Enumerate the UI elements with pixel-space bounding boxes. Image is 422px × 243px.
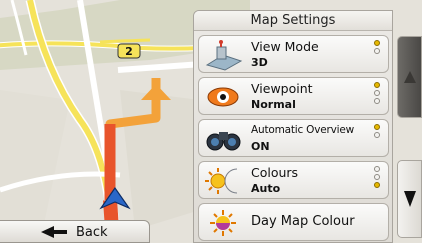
sun-moon-icon <box>205 168 238 194</box>
scroll-up-button[interactable] <box>397 36 422 118</box>
viewpoint-button[interactable]: Viewpoint Normal <box>198 77 389 115</box>
colours-value: Auto <box>251 182 281 195</box>
arrow-up-icon <box>404 71 416 83</box>
map-settings-panel: Map Settings View Mode 3D Viewpoint Norm… <box>193 10 393 243</box>
day-map-colour-button[interactable]: Day Map Colour <box>198 203 389 241</box>
scroll-down-button[interactable] <box>397 160 422 238</box>
panel-title: Map Settings <box>194 11 392 31</box>
viewpoint-label: Viewpoint <box>251 81 313 96</box>
back-button[interactable]: Back <box>0 220 150 243</box>
view-mode-button[interactable]: View Mode 3D <box>198 35 389 73</box>
colours-button[interactable]: Colours Auto <box>198 161 389 199</box>
colours-indicator <box>374 166 381 190</box>
day-map-colour-label: Day Map Colour <box>251 214 355 229</box>
viewpoint-value: Normal <box>251 98 296 111</box>
binoculars-icon <box>206 132 241 151</box>
viewpoint-indicator <box>374 82 381 106</box>
arrow-down-icon <box>404 191 416 207</box>
automatic-overview-button[interactable]: Automatic Overview ON <box>198 119 389 157</box>
view-mode-indicator <box>374 40 381 56</box>
view-mode-icon <box>205 40 243 71</box>
back-arrow-icon <box>41 226 67 238</box>
road-number-label: 2 <box>125 45 133 58</box>
automatic-overview-value: ON <box>251 140 270 153</box>
view-mode-label: View Mode <box>251 39 319 54</box>
sun-palette-icon <box>210 210 236 236</box>
view-mode-value: 3D <box>251 56 268 69</box>
viewpoint-eye-icon <box>207 87 239 107</box>
back-label: Back <box>76 225 108 240</box>
colours-label: Colours <box>251 165 299 180</box>
automatic-overview-label: Automatic Overview <box>251 124 355 136</box>
automatic-overview-indicator <box>374 124 381 140</box>
